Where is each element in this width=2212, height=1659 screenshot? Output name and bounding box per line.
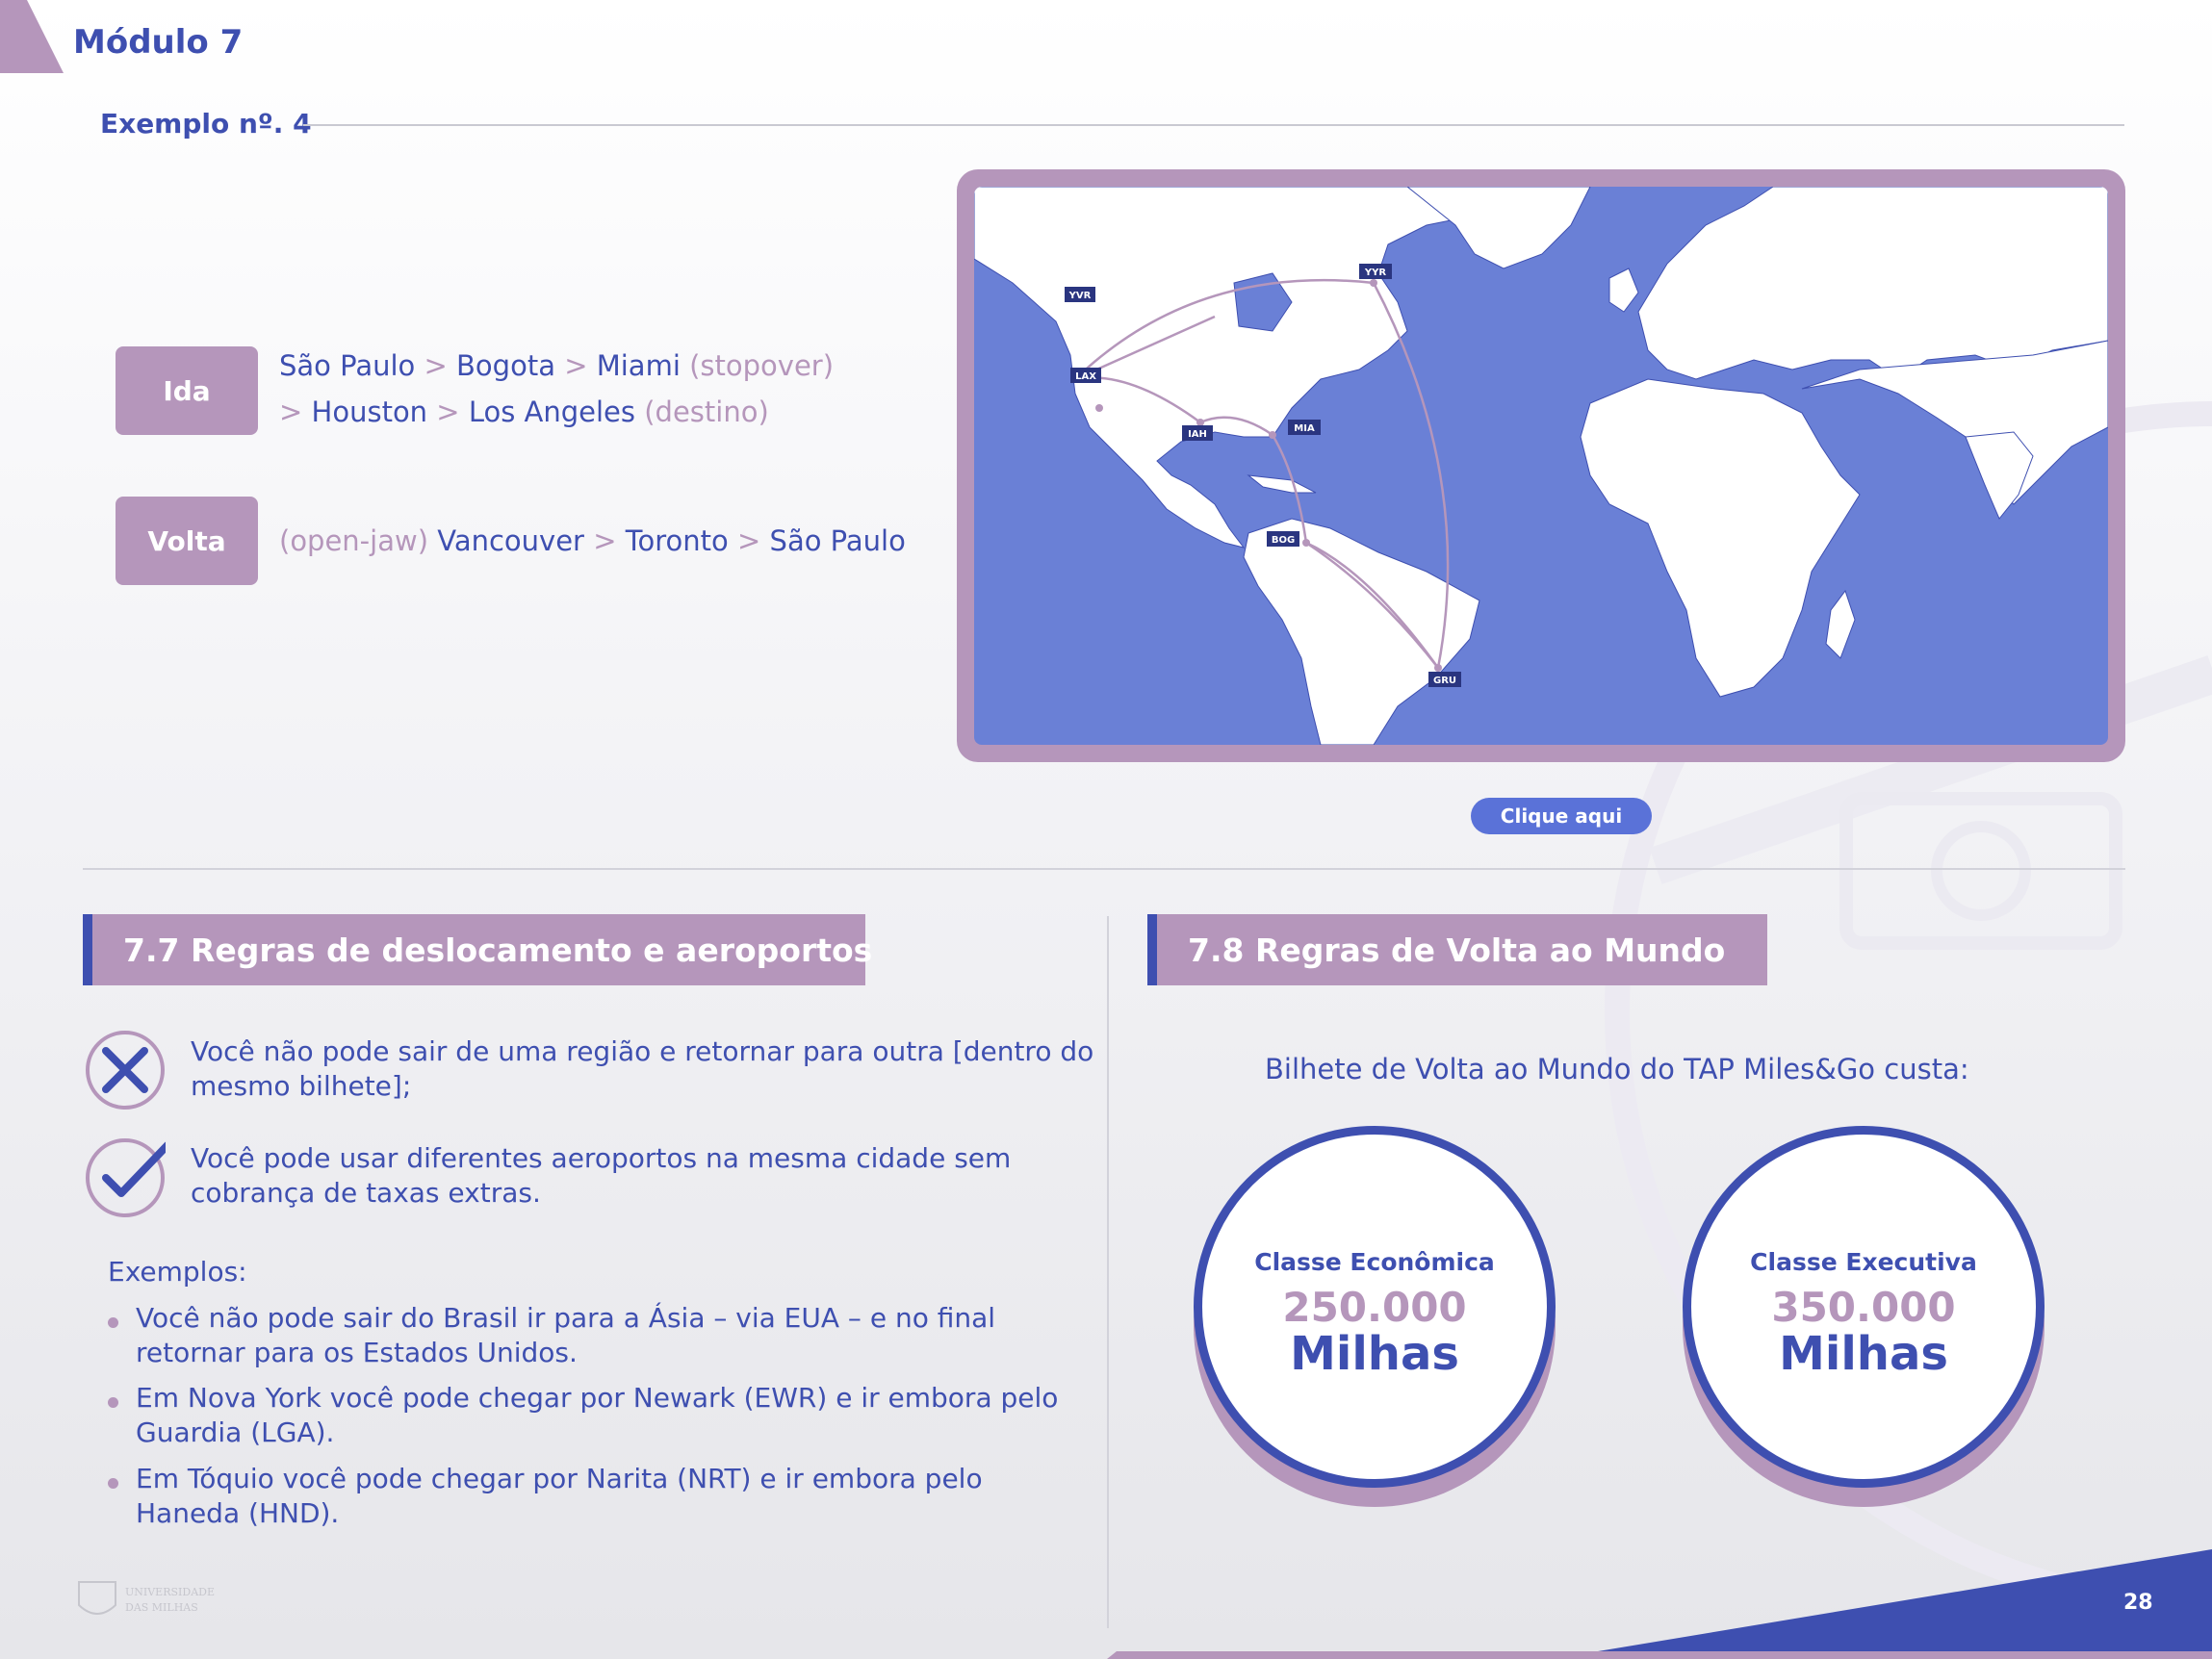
card-face: Classe Executiva 350.000 Milhas: [1683, 1126, 2045, 1488]
ida-route-line-1: São Paulo > Bogota > Miami (stopover): [279, 343, 834, 389]
universidade-logo: UNIVERSIDADE DAS MILHAS: [78, 1581, 215, 1615]
city-los-angeles: Los Angeles: [468, 396, 636, 428]
check-circle-icon: [86, 1138, 166, 1217]
city-toronto: Toronto: [625, 524, 729, 557]
route-map[interactable]: YVR YYR LAX IAH MIA BOG GRU: [957, 169, 2125, 762]
card-miles-value: 250.000: [1282, 1283, 1467, 1331]
list-item: Você não pode sair do Brasil ir para a Á…: [108, 1301, 1080, 1370]
stopover-note: (stopover): [689, 349, 835, 382]
route-separator: >: [424, 349, 448, 382]
ida-route: São Paulo > Bogota > Miami (stopover) > …: [279, 343, 834, 435]
airport-code-iah: IAH: [1188, 429, 1207, 440]
rule-allowed: Você pode usar diferentes aeroportos na …: [191, 1142, 1012, 1209]
airport-code-mia: MIA: [1294, 423, 1315, 434]
city-sao-paulo: São Paulo: [279, 349, 416, 382]
svg-text:DAS MILHAS: DAS MILHAS: [125, 1601, 198, 1614]
route-separator: >: [564, 349, 588, 382]
card-miles-unit: Milhas: [1290, 1326, 1459, 1381]
volta-route: (open-jaw) Vancouver > Toronto > São Pau…: [279, 518, 906, 564]
price-card-economica: Classe Econômica 250.000 Milhas: [1194, 1126, 1556, 1511]
route-separator: >: [279, 396, 303, 428]
card-miles-value: 350.000: [1771, 1283, 1956, 1331]
price-card-executiva: Classe Executiva 350.000 Milhas: [1683, 1126, 2045, 1511]
corner-triangle: [0, 0, 64, 73]
world-map: YVR YYR LAX IAH MIA BOG GRU: [974, 187, 2108, 745]
x-circle-icon: [86, 1031, 165, 1110]
open-jaw-note: (open-jaw): [279, 524, 429, 557]
rule-not-allowed: Você não pode sair de uma região e retor…: [191, 1035, 1094, 1102]
example-label: Exemplo nº. 4: [100, 108, 312, 140]
card-face: Classe Econômica 250.000 Milhas: [1194, 1126, 1556, 1488]
section-divider: [83, 868, 2125, 870]
list-item: Em Nova York você pode chegar por Newark…: [108, 1381, 1080, 1450]
volta-badge: Volta: [116, 497, 258, 585]
bullet-icon: [108, 1317, 118, 1328]
example-text: Você não pode sair do Brasil ir para a Á…: [136, 1302, 996, 1368]
airport-code-yvr: YVR: [1068, 291, 1092, 301]
route-separator: >: [737, 524, 761, 557]
city-sao-paulo: São Paulo: [769, 524, 906, 557]
rtw-ticket-subtitle: Bilhete de Volta ao Mundo do TAP Miles&G…: [1265, 1053, 1969, 1085]
route-separator: >: [593, 524, 617, 557]
clique-aqui-button[interactable]: Clique aqui: [1471, 798, 1652, 834]
bullet-icon: [108, 1478, 118, 1489]
ida-route-line-2: > Houston > Los Angeles (destino): [279, 389, 834, 435]
destino-note: (destino): [644, 396, 769, 428]
card-class-label: Classe Executiva: [1750, 1247, 1977, 1276]
city-vancouver: Vancouver: [437, 524, 584, 557]
ida-badge: Ida: [116, 346, 258, 435]
airport-code-bog: BOG: [1272, 535, 1295, 546]
section-7-8-header: 7.8 Regras de Volta ao Mundo: [1147, 914, 1767, 985]
route-separator: >: [436, 396, 460, 428]
airport-code-lax: LAX: [1075, 371, 1096, 382]
header-divider: [303, 124, 2124, 126]
city-miami: Miami: [596, 349, 681, 382]
bullet-icon: [108, 1397, 118, 1408]
column-divider: [1107, 916, 1109, 1628]
example-text: Em Tóquio você pode chegar por Narita (N…: [136, 1463, 983, 1529]
example-text: Em Nova York você pode chegar por Newark…: [136, 1382, 1059, 1448]
card-class-label: Classe Econômica: [1254, 1247, 1495, 1276]
examples-label: Exemplos:: [108, 1256, 247, 1288]
list-item: Em Tóquio você pode chegar por Narita (N…: [108, 1462, 1080, 1531]
city-houston: Houston: [311, 396, 428, 428]
page-number: 28: [2123, 1591, 2153, 1615]
section-7-7-header: 7.7 Regras de deslocamento e aeroportos: [83, 914, 872, 985]
card-miles-unit: Milhas: [1779, 1326, 1948, 1381]
city-bogota: Bogota: [456, 349, 555, 382]
module-title: Módulo 7: [73, 23, 244, 62]
svg-text:UNIVERSIDADE: UNIVERSIDADE: [125, 1586, 215, 1598]
airport-code-gru: GRU: [1433, 676, 1456, 686]
airport-code-yyr: YYR: [1364, 268, 1386, 278]
